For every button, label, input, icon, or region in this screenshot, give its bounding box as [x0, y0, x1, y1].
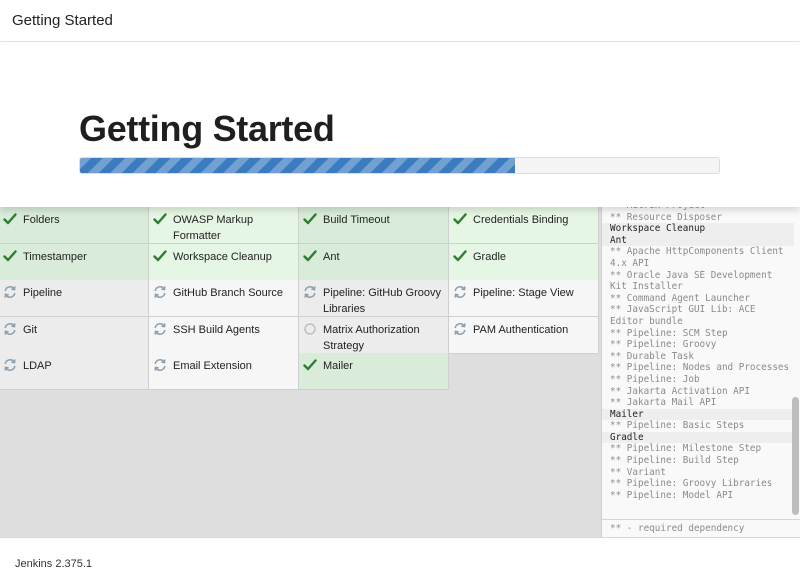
- window-title: Getting Started: [12, 12, 113, 29]
- log-line: ** Pipeline: Model API: [610, 489, 734, 501]
- plugin-label: Email Extension: [173, 360, 252, 372]
- plugin-label: Matrix Authorization Strategy: [323, 323, 420, 352]
- plugin-label: Workspace Cleanup: [173, 250, 272, 263]
- plugin-item: Workspace Cleanup: [149, 243, 299, 281]
- check-icon: [3, 249, 17, 263]
- log-line: ** Durable Task: [610, 350, 694, 362]
- check-icon: [453, 249, 467, 263]
- log-footnote: ** - required dependency: [602, 519, 800, 537]
- plugin-label: Folders: [23, 214, 60, 226]
- refresh-icon: [3, 322, 17, 336]
- plugin-item: Git: [0, 316, 149, 354]
- plugin-label: Pipeline: GitHub Groovy Libraries: [323, 287, 441, 315]
- log-heading: Gradle: [602, 431, 794, 444]
- refresh-icon: [153, 358, 167, 372]
- plugin-label: Git: [23, 323, 38, 336]
- plugin-label: Pipeline: [23, 287, 63, 299]
- plugin-item: Folders: [0, 207, 149, 244]
- log-line: ** Command Agent Launcher: [610, 292, 750, 304]
- plugin-label: Pipeline: Stage View: [473, 287, 574, 299]
- refresh-icon: [453, 322, 467, 336]
- plugin-item: PAM Authentication: [449, 316, 599, 354]
- plugin-item: Timestamper: [0, 243, 149, 281]
- plugin-label: Gradle: [473, 250, 507, 263]
- plugin-item: Email Extension: [149, 353, 299, 390]
- log-line: ** Oracle Java SE Development Kit Instal…: [610, 269, 778, 293]
- log-line: ** Pipeline: Build Step: [610, 455, 739, 467]
- log-heading: Workspace Cleanup: [602, 223, 794, 235]
- plugin-label: LDAP: [23, 360, 52, 372]
- install-log-panel[interactable]: ** Matrix Project** Resource DisposerWor…: [601, 207, 800, 537]
- check-icon: [3, 212, 17, 226]
- plugin-item: OWASP Markup Formatter: [149, 207, 299, 244]
- log-line: ** Resource Disposer: [610, 211, 722, 223]
- check-icon: [303, 249, 317, 263]
- top-bar: Getting Started: [0, 0, 800, 42]
- plugin-label: SSH Build Agents: [173, 323, 260, 336]
- install-log: ** Matrix Project** Resource DisposerWor…: [602, 207, 794, 501]
- log-line: ** JavaScript GUI Lib: ACE Editor bundle: [610, 304, 762, 327]
- log-line: ** Jakarta Activation API: [610, 385, 750, 397]
- log-line: ** Pipeline: Milestone Step: [610, 443, 762, 455]
- log-line: ** Pipeline: SCM Step: [610, 327, 728, 339]
- plugin-item: Pipeline: Stage View: [449, 280, 599, 317]
- plugin-item: Build Timeout: [299, 207, 449, 244]
- plugin-item: Matrix Authorization Strategy: [299, 316, 449, 354]
- log-line: ** Pipeline: Basic Steps: [610, 420, 745, 432]
- log-line: ** Pipeline: Job: [610, 373, 700, 385]
- plugin-item: Pipeline: [0, 280, 149, 317]
- log-line: ** Pipeline: Groovy: [610, 339, 717, 351]
- circle-icon: [303, 322, 317, 336]
- refresh-icon: [3, 285, 17, 299]
- page-footer: Jenkins 2.375.1: [0, 537, 800, 587]
- page-title: Getting Started: [79, 108, 335, 149]
- check-icon: [153, 249, 167, 263]
- plugin-install-area: Folders OWASP Markup Formatter Build Timeo…: [0, 207, 800, 537]
- check-icon: [303, 212, 317, 226]
- jenkins-version: Jenkins 2.375.1: [15, 558, 93, 570]
- check-icon: [303, 358, 317, 372]
- plugin-item: Credentials Binding: [449, 207, 599, 244]
- plugin-item: Gradle: [449, 243, 599, 281]
- log-line: ** Variant: [610, 466, 666, 478]
- refresh-icon: [153, 322, 167, 336]
- plugin-label: Timestamper: [23, 250, 87, 263]
- refresh-icon: [153, 285, 167, 299]
- plugin-label: PAM Authentication: [473, 323, 569, 336]
- log-line: ** Pipeline: Groovy Libraries: [610, 478, 773, 490]
- plugin-item: Ant: [299, 243, 449, 281]
- plugin-label: OWASP Markup Formatter: [173, 214, 254, 242]
- plugin-item: Mailer: [299, 353, 449, 390]
- log-line: ** Apache HttpComponents Client 4.x API: [610, 246, 790, 269]
- log-line: ** Pipeline: Nodes and Processes: [610, 362, 790, 374]
- log-line: ** Jakarta Mail API: [610, 397, 717, 409]
- check-icon: [153, 212, 167, 226]
- check-icon: [453, 212, 467, 226]
- log-heading: Ant: [602, 234, 794, 247]
- plugin-item: GitHub Branch Source: [149, 280, 299, 317]
- refresh-icon: [303, 285, 317, 299]
- getting-started-header: Getting Started: [0, 42, 800, 207]
- refresh-icon: [453, 285, 467, 299]
- plugin-item: LDAP: [0, 353, 149, 390]
- plugin-item: SSH Build Agents: [149, 316, 299, 354]
- plugin-label: Build Timeout: [323, 214, 390, 226]
- plugin-label: Mailer: [323, 360, 353, 372]
- plugin-label: Credentials Binding: [473, 214, 569, 226]
- plugin-label: Ant: [323, 250, 340, 263]
- install-progress-bar: [79, 157, 720, 174]
- log-heading: Mailer: [602, 408, 794, 421]
- refresh-icon: [3, 358, 17, 372]
- plugin-label: GitHub Branch Source: [173, 287, 284, 299]
- install-progress-fill: [80, 158, 515, 173]
- log-scrollbar[interactable]: [792, 397, 799, 515]
- plugin-item: Pipeline: GitHub Groovy Libraries: [299, 280, 449, 317]
